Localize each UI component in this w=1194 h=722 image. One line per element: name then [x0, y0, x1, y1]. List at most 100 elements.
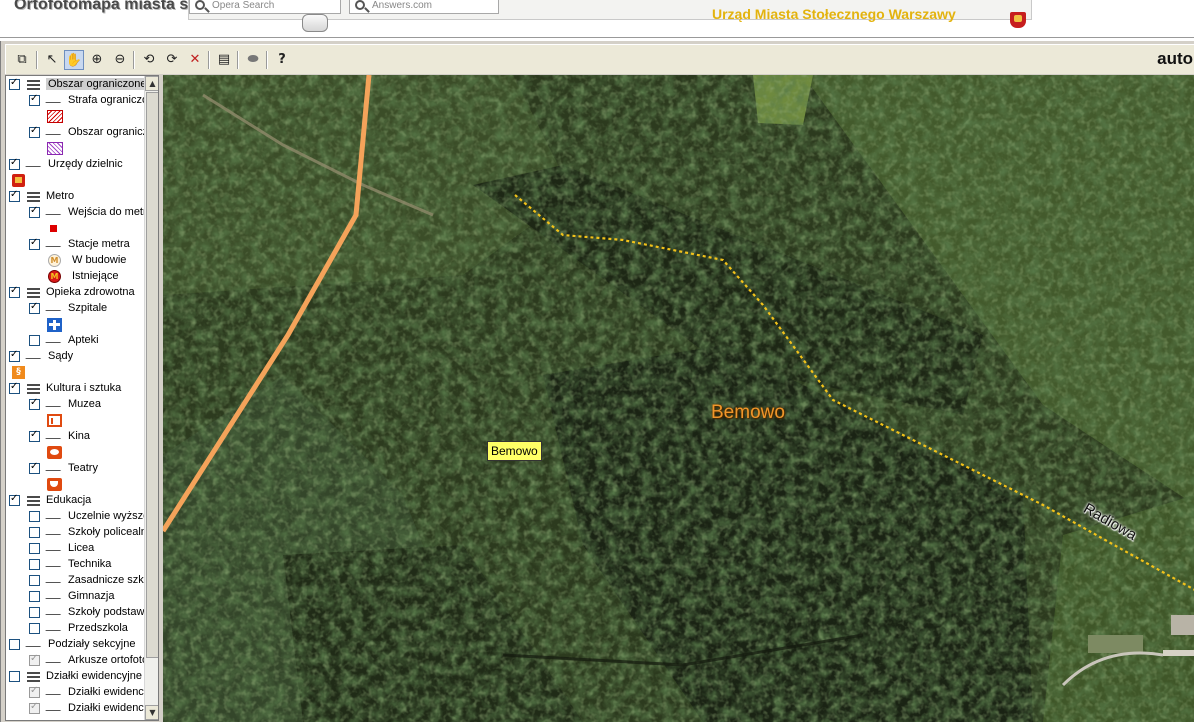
layer-line-icon	[45, 306, 66, 311]
layer-checkbox[interactable]	[9, 285, 20, 298]
layer-checkbox[interactable]	[9, 493, 20, 506]
layer-panel-scrollbar[interactable]: ▲ ▼	[144, 76, 158, 720]
layer-group-icon	[27, 672, 40, 682]
layer-line-icon	[45, 562, 66, 567]
layer-checkbox[interactable]	[29, 527, 40, 538]
layer-checkbox[interactable]	[29, 607, 40, 618]
layer-line-icon	[45, 626, 66, 631]
layer-checkbox[interactable]	[29, 653, 40, 666]
toolbar-separator	[36, 51, 38, 69]
orthophoto-imagery	[163, 75, 1194, 722]
district-name-label: Bemowo	[711, 402, 785, 423]
layer-line-icon	[25, 354, 46, 359]
layer-line-icon	[45, 98, 66, 103]
layer-checkbox[interactable]	[29, 685, 40, 698]
layer-checkbox[interactable]	[9, 381, 20, 394]
layer-line-icon	[45, 338, 66, 343]
layer-checkbox[interactable]	[29, 335, 40, 346]
cinema-icon	[47, 446, 62, 459]
map-label-bemowo[interactable]: Bemowo	[487, 441, 542, 461]
header-toggle-button[interactable]	[302, 14, 328, 32]
layer-group-icon	[27, 80, 40, 90]
layer-label: Licea	[68, 542, 95, 554]
layer-line-icon	[25, 642, 46, 647]
auto-label: auto	[1157, 49, 1193, 68]
pan-hand-icon[interactable]: ✋	[64, 50, 84, 70]
answers-search-placeholder: Answers.com	[372, 0, 433, 11]
answers-search-field[interactable]: Answers.com	[349, 0, 499, 14]
layer-checkbox[interactable]	[9, 349, 20, 362]
layer-checkbox[interactable]	[29, 623, 40, 634]
layer-checkbox[interactable]	[9, 671, 20, 682]
metro-entrance-icon	[50, 225, 57, 232]
layer-label: Stacje metra	[68, 238, 130, 250]
help-icon[interactable]: ?	[272, 50, 292, 70]
layer-label: Podziały sekcyjne	[48, 638, 136, 650]
select-arrow-icon[interactable]: ↖	[42, 50, 62, 70]
district-office-icon	[12, 174, 25, 187]
layer-line-icon	[45, 690, 66, 695]
layer-label: Apteki	[68, 334, 99, 346]
layer-line-icon	[45, 530, 66, 535]
clear-selection-icon[interactable]: ✕	[185, 50, 205, 70]
layer-label: Technika	[68, 558, 112, 570]
zoom-in-icon[interactable]: ⊕	[87, 50, 107, 70]
zoom-out-icon[interactable]: ⊖	[110, 50, 130, 70]
layer-label: Kina	[68, 430, 91, 442]
layer-label: Urzędy dzielnic	[48, 158, 123, 170]
layer-line-icon	[45, 402, 66, 407]
layer-checkbox[interactable]	[9, 189, 20, 202]
layer-checkbox[interactable]	[29, 591, 40, 602]
layer-label: Teatry	[68, 462, 98, 474]
scrollbar-thumb[interactable]	[146, 92, 158, 658]
layer-checkbox[interactable]	[29, 397, 40, 410]
layer-label: Metro	[46, 190, 75, 202]
print-icon[interactable]: ▤	[214, 50, 234, 70]
layer-label: Sądy	[48, 350, 74, 362]
opera-search-field[interactable]: Opera Search	[189, 0, 341, 14]
scroll-up-icon[interactable]: ▲	[145, 76, 158, 91]
theatre-icon	[47, 478, 62, 491]
legend-label: W budowie	[72, 254, 127, 266]
toolbar-separator	[133, 51, 135, 69]
layer-checkbox[interactable]	[29, 701, 40, 714]
hospital-cross-icon	[47, 318, 62, 332]
layer-checkbox[interactable]	[29, 125, 40, 138]
search-icon	[355, 0, 365, 10]
layer-checkbox[interactable]	[29, 205, 40, 218]
layer-line-icon	[45, 578, 66, 583]
orthophoto-map[interactable]: Bemowo Bemowo Radiowa	[163, 75, 1194, 722]
layer-checkbox[interactable]	[29, 93, 40, 106]
layer-panel: Obszar ograniczonego Strafa ograniczoneg…	[5, 75, 159, 721]
layer-checkbox[interactable]	[29, 429, 40, 442]
warsaw-crest-icon[interactable]	[1010, 12, 1026, 28]
layer-checkbox[interactable]	[9, 157, 20, 170]
layer-label: Opieka zdrowotna	[46, 286, 135, 298]
layer-label: Kultura i sztuka	[46, 382, 122, 394]
layer-checkbox[interactable]	[9, 77, 20, 90]
layer-checkbox[interactable]	[29, 559, 40, 570]
layer-line-icon	[45, 466, 66, 471]
layer-group-icon	[27, 192, 40, 202]
scroll-down-icon[interactable]: ▼	[145, 705, 158, 720]
layer-checkbox[interactable]	[29, 461, 40, 474]
office-name[interactable]: Urząd Miasta Stołecznego Warszawy	[712, 6, 956, 22]
layer-line-icon	[45, 706, 66, 711]
layer-label: Wejścia do metra	[68, 206, 153, 218]
legend-label: Istniejące	[72, 270, 119, 282]
zoom-previous-icon[interactable]: ⟲	[139, 50, 159, 70]
layer-checkbox[interactable]	[29, 575, 40, 586]
layer-checkbox[interactable]	[29, 511, 40, 522]
layer-checkbox[interactable]	[29, 301, 40, 314]
layer-checkbox[interactable]	[29, 543, 40, 554]
metro-under-construction-icon: M	[48, 254, 61, 267]
zoom-next-icon[interactable]: ⟳	[162, 50, 182, 70]
copy-icon[interactable]: ⧉	[12, 50, 32, 70]
opera-search-placeholder: Opera Search	[212, 0, 275, 11]
layer-checkbox[interactable]	[29, 237, 40, 250]
layer-line-icon	[45, 514, 66, 519]
layer-checkbox[interactable]	[9, 639, 20, 650]
layer-line-icon	[45, 210, 66, 215]
identify-icon[interactable]: ⬬	[243, 50, 263, 70]
search-icon	[195, 0, 205, 10]
